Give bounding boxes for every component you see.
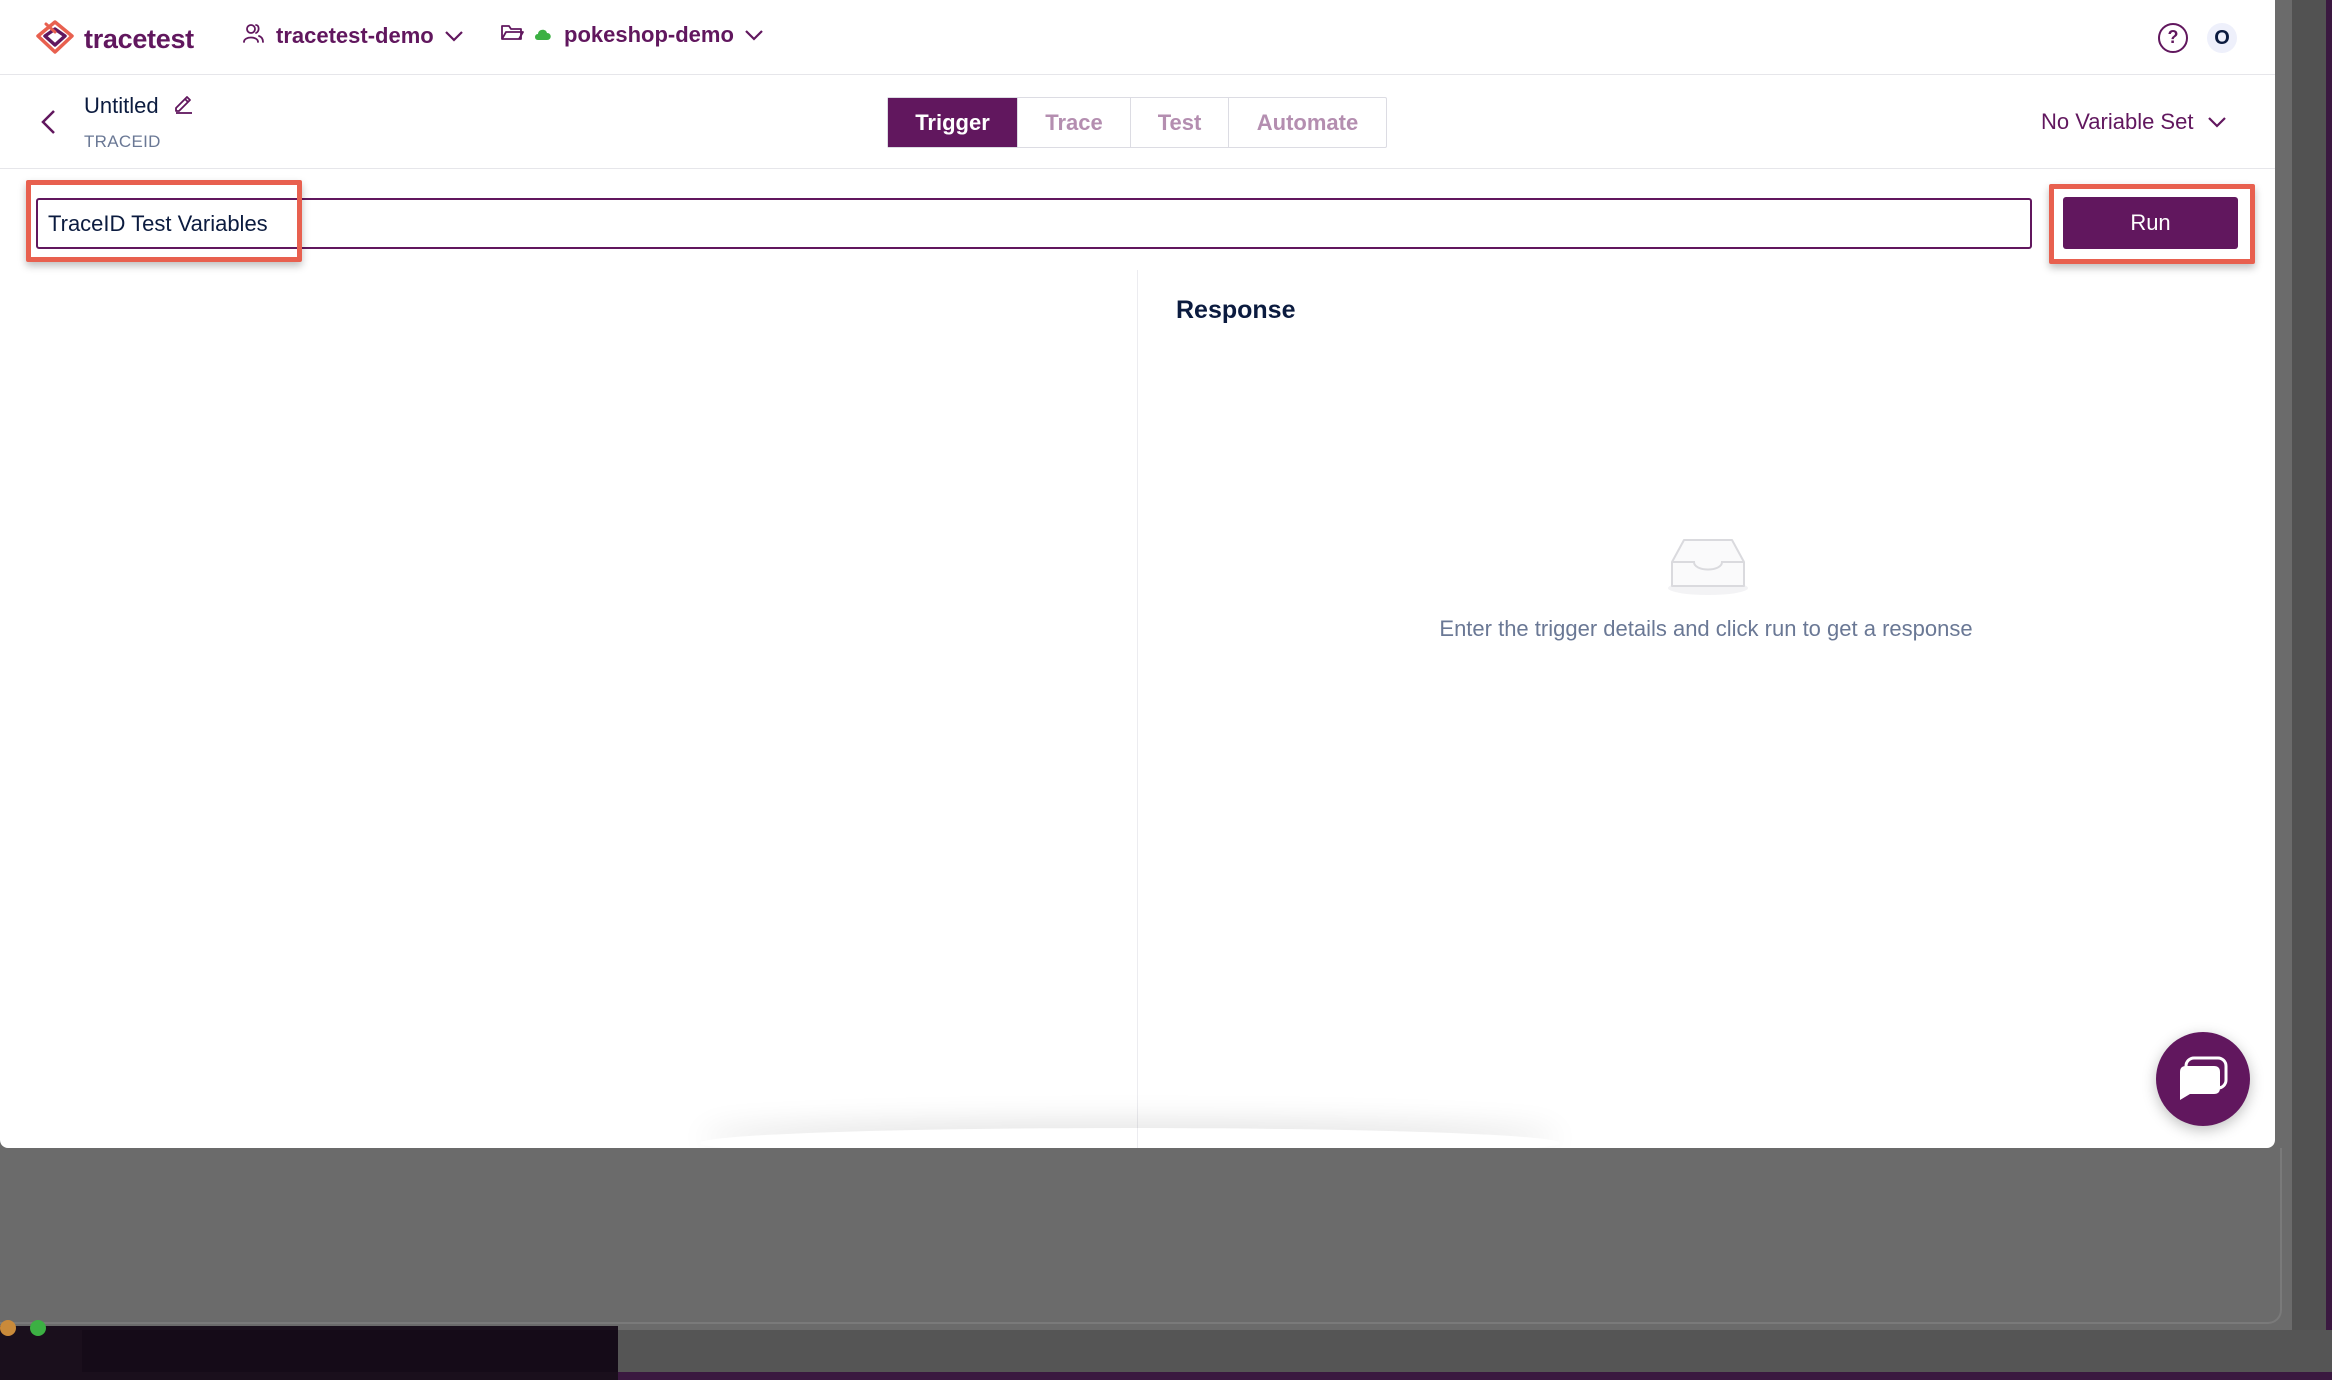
user-avatar[interactable]: O [2207,23,2237,53]
organization-selector[interactable]: tracetest-demo [242,22,464,50]
test-tabs: Trigger Trace Test Automate [887,97,1387,148]
organization-name: tracetest-demo [276,23,434,48]
user-group-icon [242,22,264,50]
folder-icon [500,22,524,48]
app-window: tracetest tracetest-demo pokeshop-demo ?… [0,0,2275,1148]
chevron-left-icon[interactable] [36,107,62,137]
status-online-icon [534,22,552,48]
response-title: Response [1176,296,1296,324]
chevron-down-icon [2207,109,2227,135]
chevron-down-icon [744,22,764,48]
test-type-label: TRACEID [84,132,161,151]
variable-set-selector[interactable]: No Variable Set [2041,109,2227,135]
tracetest-logo-icon [34,18,76,61]
top-navigation-bar: tracetest tracetest-demo pokeshop-demo ?… [0,0,2275,75]
test-title-text: Untitled [84,93,159,118]
trace-id-input[interactable] [36,198,2032,249]
chat-bubble-icon[interactable] [2156,1032,2250,1126]
inbox-icon [1666,532,1750,601]
taskbar [0,1320,618,1380]
response-empty-message: Enter the trigger details and click run … [1439,616,1973,641]
background-window-outline [0,1148,2282,1324]
test-title: Untitled [84,92,195,120]
tab-trigger[interactable]: Trigger [888,98,1018,147]
pencil-icon[interactable] [173,92,195,120]
panel-divider[interactable] [1137,270,1138,1148]
app-logo[interactable]: tracetest [34,18,194,61]
bottom-shadow [700,1128,1560,1148]
environment-name: pokeshop-demo [564,22,734,47]
test-header-bar: Untitled TRACEID Trigger Trace Test Auto… [0,75,2275,169]
tab-test[interactable]: Test [1131,98,1229,147]
chevron-down-icon [444,23,464,49]
taskbar-app-icon[interactable] [0,1320,16,1336]
desktop-frame-edge [2284,0,2332,1380]
environment-selector[interactable]: pokeshop-demo [500,22,764,48]
app-name: tracetest [84,24,194,54]
tab-automate[interactable]: Automate [1229,98,1386,147]
taskbar-panel [82,1330,618,1372]
help-icon[interactable]: ? [2158,23,2188,53]
variable-set-label: No Variable Set [2041,109,2194,134]
tab-trace[interactable]: Trace [1018,98,1131,147]
taskbar-app-icon[interactable] [30,1320,46,1336]
highlight-annotation-run [2049,184,2255,264]
highlight-annotation-input [26,180,302,262]
